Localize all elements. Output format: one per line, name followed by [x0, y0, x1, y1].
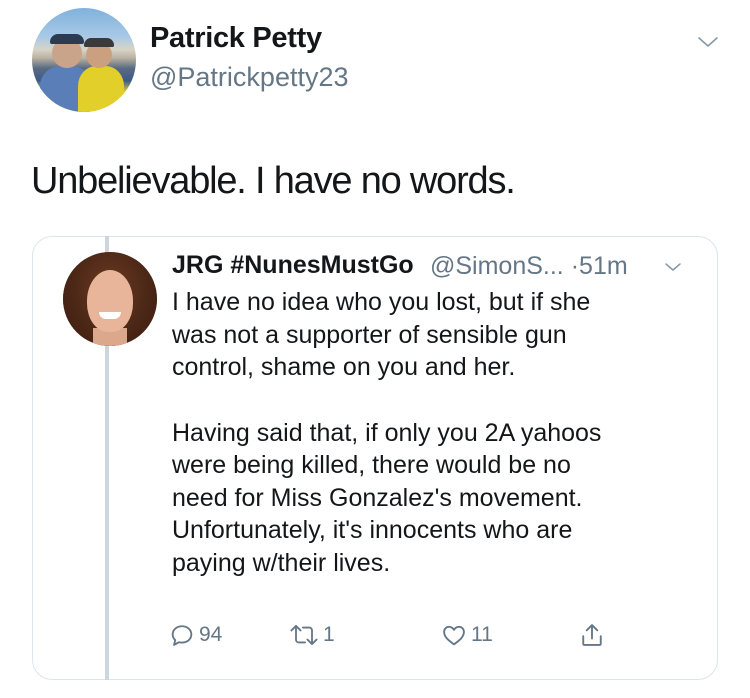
reply-count: 94 — [199, 623, 223, 646]
author-handle[interactable]: @Patrickpetty23 — [150, 62, 349, 93]
quoted-tweet-body: I have no idea who you lost, but if she … — [172, 286, 692, 579]
quoted-paragraph: Having said that, if only you 2A yahoos … — [172, 418, 602, 577]
author-avatar[interactable] — [32, 8, 136, 112]
quoted-author-meta: @SimonS... ·51m — [430, 252, 628, 281]
quoted-author-handle[interactable]: @SimonS... — [430, 252, 564, 280]
like-count: 11 — [471, 623, 493, 646]
quoted-paragraph: I have no idea who you lost, but if she … — [172, 288, 591, 381]
tweet-text: Unbelievable. I have no words. — [31, 160, 516, 202]
tweet-header: Patrick Petty @Patrickpetty23 — [32, 8, 722, 113]
like-icon — [443, 625, 465, 646]
reply-button[interactable]: 94 — [168, 620, 222, 650]
share-button[interactable] — [578, 620, 606, 650]
meta-separator: · — [570, 252, 580, 280]
quoted-author-avatar[interactable] — [63, 252, 157, 346]
quoted-author-name[interactable]: JRG #NunesMustGo — [172, 251, 414, 280]
reply-icon — [171, 625, 193, 646]
like-button[interactable]: 11 — [440, 620, 493, 650]
quoted-timestamp[interactable]: 51m — [579, 252, 628, 280]
chevron-down-icon[interactable] — [664, 258, 682, 276]
retweet-icon — [290, 624, 318, 646]
retweet-count: 1 — [323, 623, 335, 646]
chevron-down-icon[interactable] — [696, 30, 720, 54]
action-bar: 94 1 11 — [168, 620, 628, 650]
author-display-name[interactable]: Patrick Petty — [150, 22, 322, 55]
retweet-button[interactable]: 1 — [288, 620, 335, 650]
share-icon — [582, 624, 602, 646]
